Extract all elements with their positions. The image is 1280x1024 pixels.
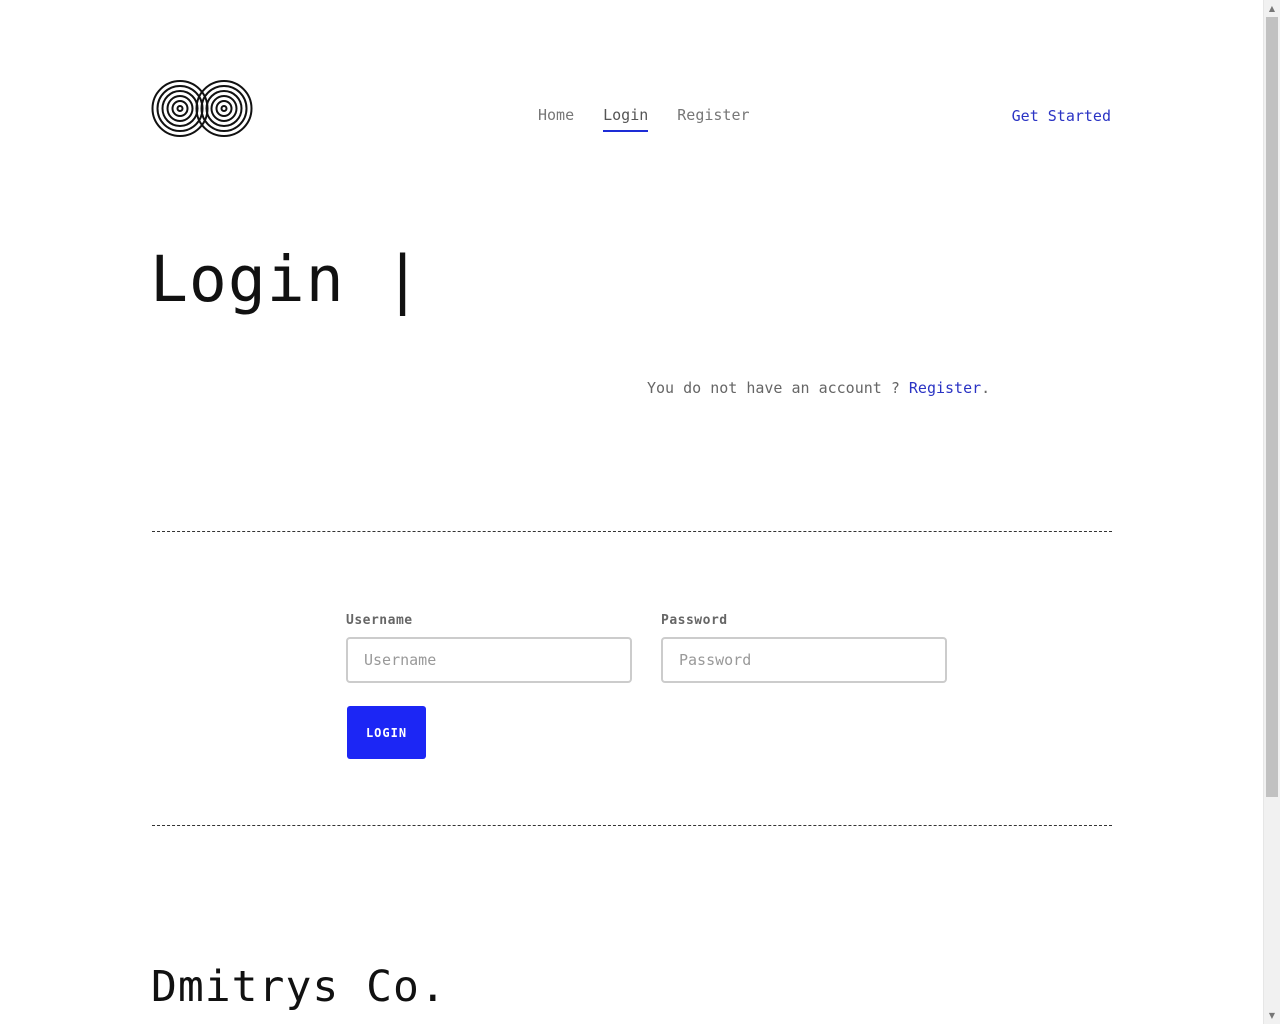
register-prompt: You do not have an account ? Register. xyxy=(647,378,990,398)
page-title: Login | xyxy=(150,243,423,316)
username-input[interactable] xyxy=(346,637,632,683)
register-prompt-suffix: . xyxy=(981,379,991,397)
password-input[interactable] xyxy=(661,637,947,683)
nav-home-link[interactable]: Home xyxy=(538,105,574,132)
vertical-scrollbar[interactable]: ▲ ▼ xyxy=(1263,0,1280,1024)
password-label: Password xyxy=(661,613,728,628)
company-name: Dmitrys Co. xyxy=(151,962,447,1012)
main-nav: Home Login Register xyxy=(538,105,750,132)
password-field-group: Password xyxy=(661,613,947,683)
scrollbar-thumb[interactable] xyxy=(1266,17,1278,797)
scroll-down-icon[interactable]: ▼ xyxy=(1264,1007,1280,1024)
nav-login-link[interactable]: Login xyxy=(603,105,649,132)
login-button[interactable]: LOGIN xyxy=(347,706,426,759)
register-prompt-text: You do not have an account ? xyxy=(647,379,909,397)
nav-register-link[interactable]: Register xyxy=(677,105,749,132)
get-started-link[interactable]: Get Started xyxy=(1012,106,1111,126)
page: Home Login Register Get Started Login | … xyxy=(0,0,1263,1024)
username-label: Username xyxy=(346,613,413,628)
top-divider xyxy=(152,531,1112,532)
username-field-group: Username xyxy=(346,613,632,683)
double-spiral-logo-icon[interactable] xyxy=(151,78,253,139)
scroll-up-icon[interactable]: ▲ xyxy=(1264,0,1280,17)
register-link[interactable]: Register xyxy=(909,379,981,397)
bottom-divider xyxy=(152,825,1112,826)
